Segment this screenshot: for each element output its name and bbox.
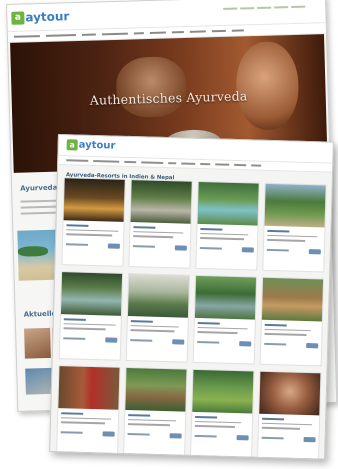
resort-image [130, 180, 192, 224]
logo-wordmark: aytour [25, 9, 70, 25]
resort-image [125, 368, 187, 412]
logo-icon: a [66, 139, 78, 151]
listing-screenshot: a aytour Ayurveda-Resorts in Indien & Ne… [49, 134, 334, 460]
resort-image [194, 275, 257, 320]
resort-card[interactable] [192, 274, 258, 365]
resort-card[interactable] [128, 179, 193, 269]
resort-image [60, 272, 123, 316]
resort-card[interactable] [262, 182, 327, 273]
resort-card[interactable] [259, 276, 325, 367]
resort-image [127, 274, 190, 318]
hero-face-image [235, 40, 300, 131]
resort-card[interactable] [125, 273, 191, 363]
resort-card[interactable] [257, 370, 322, 460]
hero-title: Authentisches Ayurveda [89, 88, 248, 108]
resort-card[interactable] [58, 271, 124, 361]
resort-image [63, 178, 125, 222]
logo-wordmark: aytour [78, 139, 116, 152]
resort-card[interactable] [195, 180, 260, 271]
resort-image [261, 277, 324, 322]
listing-logo[interactable]: a aytour [66, 139, 116, 152]
resort-card[interactable] [123, 366, 188, 457]
resort-card[interactable] [61, 177, 126, 267]
hero-hands-image [115, 56, 188, 118]
resort-image [197, 181, 259, 226]
logo-icon: a [11, 10, 25, 25]
resort-image [192, 369, 254, 414]
homepage-logo[interactable]: a aytour [11, 9, 70, 25]
resort-image [58, 366, 120, 410]
resort-image [259, 371, 321, 416]
resort-grid [56, 177, 328, 460]
news-thumbnail[interactable] [24, 327, 51, 359]
resort-card[interactable] [190, 368, 255, 459]
resort-image [264, 183, 326, 228]
header-utility-links[interactable] [223, 5, 306, 10]
resort-card[interactable] [56, 365, 121, 455]
